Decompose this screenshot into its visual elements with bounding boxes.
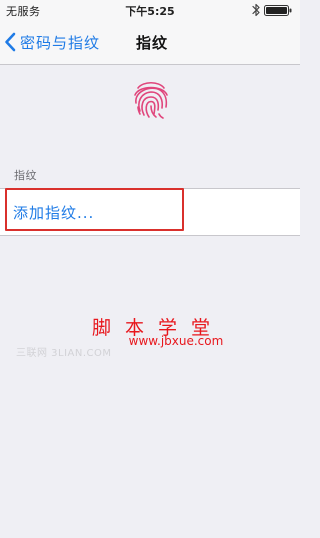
fingerprint-list: 添加指纹...: [0, 188, 300, 236]
status-bar: 无服务 下午5:25: [0, 0, 300, 20]
add-fingerprint-label: 添加指纹...: [13, 204, 95, 222]
page-title-wrap: 指纹: [0, 32, 300, 53]
watermark-faint: 三联网 3LIAN.COM: [16, 348, 112, 359]
fingerprint-icon: [134, 81, 168, 119]
navigation-bar: 密码与指纹 指纹: [0, 20, 300, 65]
section-header: 指纹: [14, 169, 37, 182]
screen: 无服务 下午5:25 密码与指纹 指纹 指纹 添加指纹... 脚 本 学 堂 w…: [0, 0, 300, 538]
page-title: 指纹: [135, 34, 168, 52]
battery-icon: [264, 5, 292, 16]
add-fingerprint-button[interactable]: 添加指纹...: [0, 189, 300, 235]
bluetooth-icon: [252, 3, 260, 17]
